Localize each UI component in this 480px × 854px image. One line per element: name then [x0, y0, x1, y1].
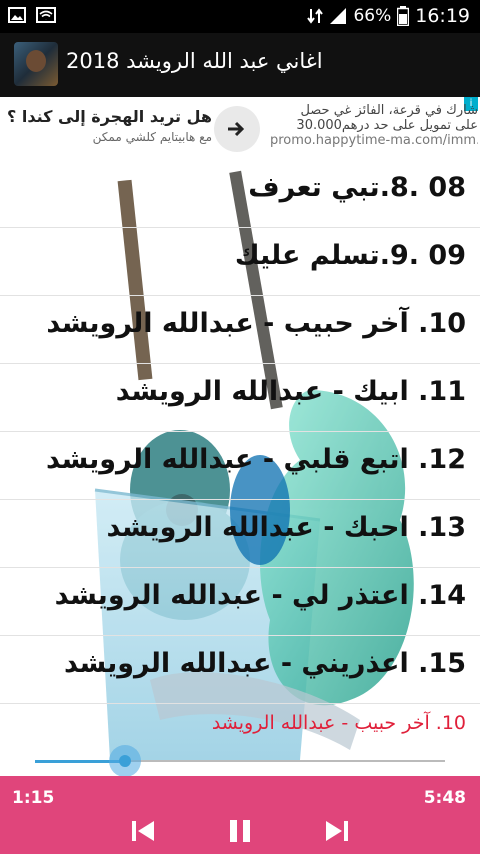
- status-bar: 66% 16:19: [0, 0, 480, 33]
- ad-banner[interactable]: i هل تريد الهجرة إلى كندا ؟ مع هابيتايم …: [0, 97, 480, 161]
- track-title: 14. اعتذر لي - عبدالله الرويشد: [54, 580, 466, 611]
- ad-line-1: شارك في قرعة، الفائز غي حصل: [300, 103, 478, 118]
- track-title: 08 .8.تبي تعرف: [248, 172, 466, 203]
- image-notification-icon: [8, 7, 26, 23]
- app-bar: اغاني عبد الله الرويشد 2018: [0, 33, 480, 97]
- ad-text-block[interactable]: هل تريد الهجرة إلى كندا ؟ مع هابيتايم كل…: [0, 107, 212, 144]
- ad-line-2: على تمويل على حد درهم30.000: [296, 118, 478, 133]
- track-item[interactable]: 15. اعذريني - عبدالله الرويشد: [0, 636, 480, 704]
- battery-percent: 66%: [353, 6, 392, 26]
- track-title: 15. اعذريني - عبدالله الرويشد: [64, 648, 466, 679]
- wifi-notification-icon: [36, 7, 56, 23]
- track-title: 12. اتبع قلبي - عبدالله الرويشد: [46, 444, 466, 475]
- ad-headline: هل تريد الهجرة إلى كندا ؟: [7, 107, 212, 126]
- track-item[interactable]: 11. ابيك - عبدالله الرويشد: [0, 364, 480, 432]
- pause-icon[interactable]: [225, 816, 255, 846]
- track-item[interactable]: 08 .8.تبي تعرف: [0, 160, 480, 228]
- seek-bar[interactable]: [35, 745, 445, 776]
- app-title: اغاني عبد الله الرويشد 2018: [66, 49, 323, 73]
- skip-previous-icon[interactable]: [128, 816, 158, 846]
- track-list[interactable]: 08 .8.تبي تعرف 09 .9.تسلم عليك 10. آخر ح…: [0, 160, 480, 776]
- now-playing-label: 10. آخر حبيب - عبدالله الرويشد: [0, 702, 480, 752]
- track-title: 09 .9.تسلم عليك: [234, 240, 466, 271]
- track-title: 10. آخر حبيب - عبدالله الرويشد: [46, 308, 466, 339]
- track-item[interactable]: 09 .9.تسلم عليك: [0, 228, 480, 296]
- arrow-right-icon: [228, 121, 245, 137]
- track-item[interactable]: 12. اتبع قلبي - عبدالله الرويشد: [0, 432, 480, 500]
- clock: 16:19: [415, 5, 470, 27]
- skip-next-icon[interactable]: [322, 816, 352, 846]
- app-icon: [14, 42, 58, 86]
- track-item[interactable]: 14. اعتذر لي - عبدالله الرويشد: [0, 568, 480, 636]
- track-item[interactable]: 13. احبك - عبدالله الرويشد: [0, 500, 480, 568]
- track-title: 13. احبك - عبدالله الرويشد: [106, 512, 466, 543]
- player-bar: 1:15 5:48: [0, 776, 480, 854]
- ad-subtitle: مع هابيتايم كلشي ممكن: [92, 130, 212, 144]
- signal-icon: [330, 8, 347, 24]
- duration: 5:48: [423, 788, 466, 808]
- ad-arrow-button[interactable]: [214, 106, 260, 152]
- track-item[interactable]: 10. آخر حبيب - عبدالله الرويشد: [0, 296, 480, 364]
- data-transfer-icon: [307, 8, 324, 24]
- ad-description[interactable]: شارك في قرعة، الفائز غي حصل على تمويل عل…: [270, 103, 478, 148]
- battery-icon: [397, 6, 410, 26]
- current-time: 1:15: [12, 788, 55, 808]
- track-title: 11. ابيك - عبدالله الرويشد: [115, 376, 466, 407]
- seek-thumb[interactable]: [109, 745, 142, 776]
- now-playing-title: 10. آخر حبيب - عبدالله الرويشد: [211, 712, 466, 734]
- ad-url: promo.happytime-ma.com/imm...: [270, 133, 478, 148]
